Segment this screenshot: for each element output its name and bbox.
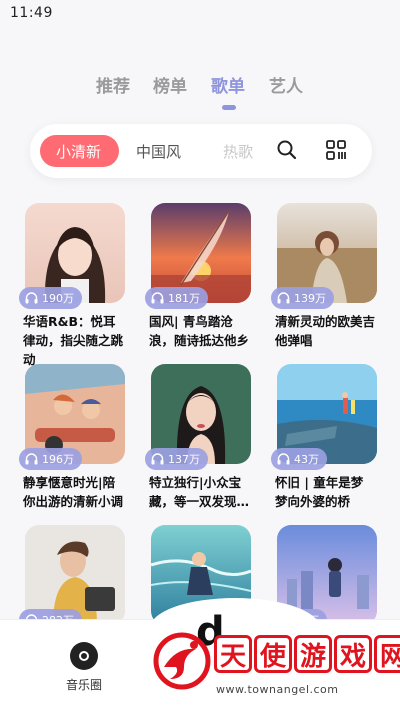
nav-item-music-circle[interactable]: 音乐圈 — [56, 642, 112, 693]
music-circle-icon — [70, 642, 98, 670]
main-tabs: 推荐 榜单 歌单 艺人 — [0, 72, 400, 112]
headphones-icon — [277, 453, 290, 465]
play-count: 137万 — [168, 453, 200, 466]
headphones-icon — [151, 453, 164, 465]
play-count: 43万 — [294, 453, 319, 466]
watermark-char: 游 — [294, 635, 332, 673]
play-count: 181万 — [168, 292, 200, 305]
headphones-icon — [25, 292, 38, 304]
watermark-url: www.townangel.com — [216, 683, 339, 696]
headphones-icon — [151, 292, 164, 304]
play-count-badge: 196万 — [19, 448, 82, 470]
category-fresh[interactable]: 小清新 — [56, 141, 101, 162]
tab-recommend[interactable]: 推荐 — [96, 72, 130, 97]
headphones-icon — [25, 453, 38, 465]
status-time: 11:49 — [10, 5, 53, 21]
nav-label: 音乐圈 — [65, 678, 102, 692]
playlist-title[interactable]: 静享惬意时光|陪你出游的清新小调 — [23, 473, 127, 511]
play-count-badge: 139万 — [271, 287, 334, 309]
play-count-badge: 190万 — [19, 287, 82, 309]
category-hot[interactable]: 热歌 — [223, 141, 253, 162]
playlist-title[interactable]: 清新灵动的欧美吉他弹唱 — [275, 312, 379, 350]
playlist-title[interactable]: 怀旧 | 童年是梦 梦向外婆的桥 — [275, 473, 379, 511]
play-count: 139万 — [294, 292, 326, 305]
category-bar: 小清新 中国风 热歌 — [30, 124, 372, 178]
watermark-char: 网 — [374, 635, 400, 673]
category-chinese-style[interactable]: 中国风 — [136, 141, 181, 162]
playlist-title[interactable]: 特立独行|小众宝藏，等一双发现… — [149, 473, 253, 511]
watermark-char: 戏 — [334, 635, 372, 673]
watermark-char: 天 — [214, 635, 252, 673]
watermark-logo-icon — [153, 632, 211, 690]
playlist-title[interactable]: 国风| 青鸟踏沧浪，随诗抵达他乡 — [149, 312, 253, 350]
play-count-badge: 137万 — [145, 448, 208, 470]
play-count-badge: 43万 — [271, 448, 327, 470]
watermark-char: 使 — [254, 635, 292, 673]
play-count-badge: 181万 — [145, 287, 208, 309]
headphones-icon — [277, 292, 290, 304]
status-bar: 11:49 — [0, 0, 400, 28]
watermark-text: 天 使 游 戏 网 — [214, 635, 400, 673]
playlist-title[interactable]: 华语R&B：悦耳律动，指尖随之跳动 — [23, 312, 127, 369]
grid-icon[interactable] — [324, 138, 348, 162]
play-count: 190万 — [42, 292, 74, 305]
play-count: 196万 — [42, 453, 74, 466]
search-icon[interactable] — [275, 138, 299, 162]
tab-playlists[interactable]: 歌单 — [211, 72, 245, 97]
watermark: 天 使 游 戏 网 www.townangel.com — [150, 621, 400, 705]
tab-artists[interactable]: 艺人 — [269, 72, 303, 97]
active-tab-indicator — [222, 105, 236, 110]
tab-charts[interactable]: 榜单 — [153, 72, 187, 97]
